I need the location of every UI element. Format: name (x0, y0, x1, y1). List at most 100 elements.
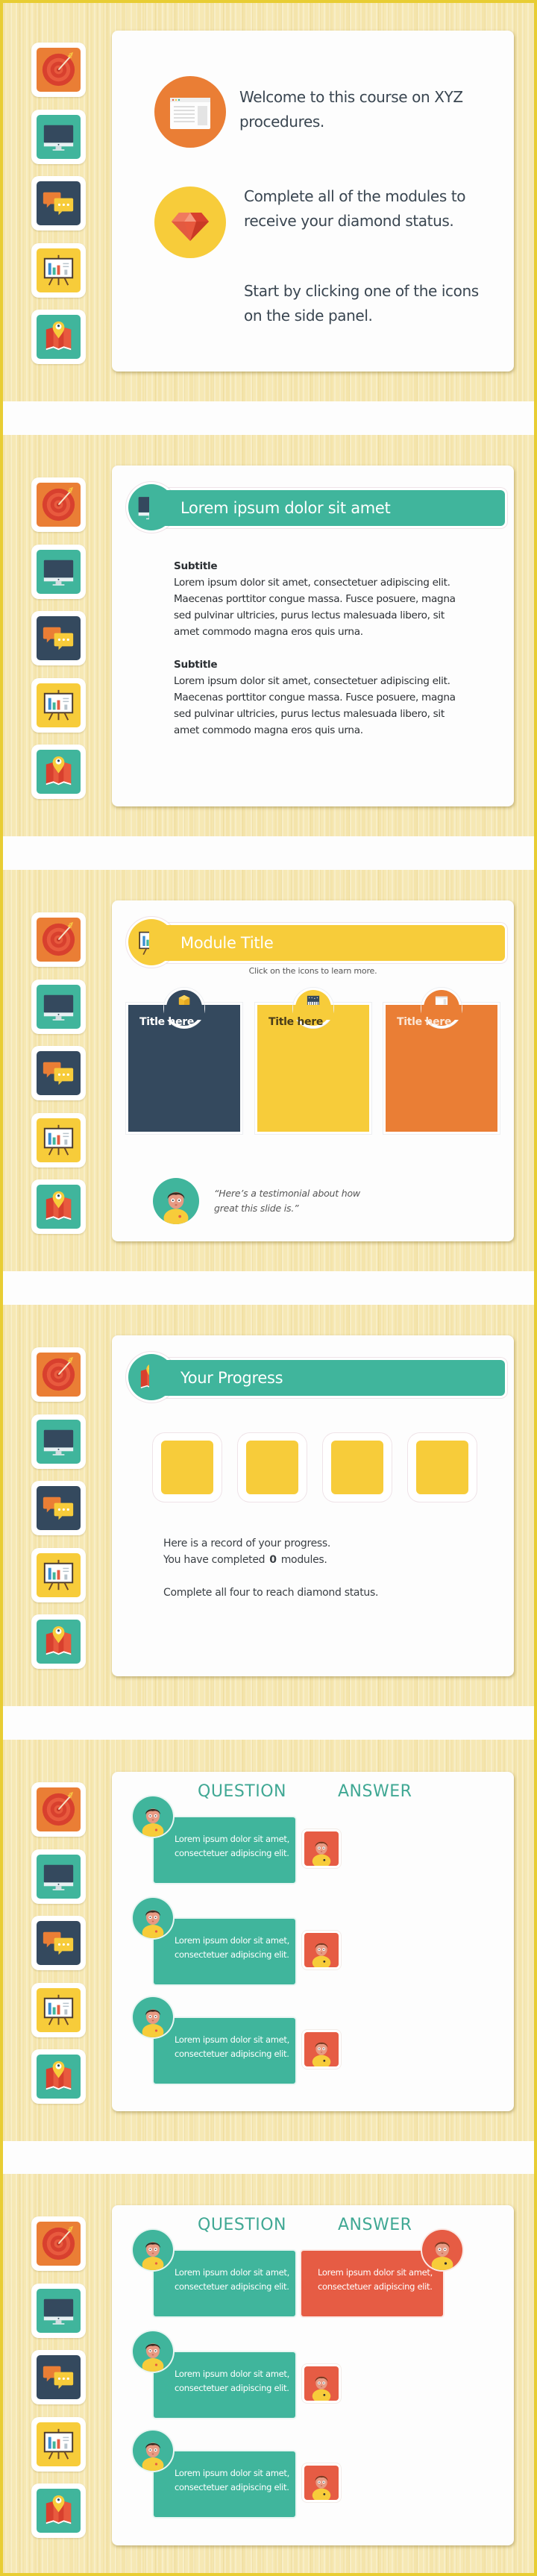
slide-divider (0, 2140, 537, 2174)
welcome-card: Welcome to this course on XYZ procedures… (112, 31, 514, 372)
qa-row: Lorem ipsum dolor sit amet, consectetuer… (112, 2331, 514, 2418)
side-panel-item-chat[interactable] (31, 1916, 86, 1970)
side-panel (31, 1347, 86, 1682)
reveal-answer-button[interactable] (304, 1831, 339, 1866)
side-panel-item-monitor[interactable] (31, 1414, 86, 1469)
slide-module: Module Title Click on the icons to learn… (0, 870, 537, 1271)
content-card: Lorem ipsum dolor sit amet Subtitle Lore… (112, 466, 514, 806)
person-avatar-icon (133, 2331, 173, 2372)
side-panel-item-chat[interactable] (31, 176, 86, 231)
reveal-answer-button[interactable] (304, 2466, 339, 2500)
side-panel-item-target[interactable] (31, 912, 86, 967)
content-section: Subtitle Lorem ipsum dolor sit amet, con… (174, 656, 472, 739)
person-avatar-icon (153, 1178, 199, 1224)
side-panel-item-map[interactable] (31, 310, 86, 364)
module-card-1[interactable]: Title here (128, 990, 240, 1132)
content-body: Subtitle Lorem ipsum dolor sit amet, con… (174, 558, 472, 755)
side-panel-item-presentation[interactable] (31, 1112, 86, 1168)
side-panel-item-monitor[interactable] (31, 544, 86, 599)
side-panel-item-map[interactable] (31, 2483, 86, 2538)
chat-bubbles-icon (43, 1497, 74, 1520)
welcome-message: Welcome to this course on XYZ procedures… (239, 88, 463, 131)
monitor-icon (43, 2298, 74, 2325)
slide-qa: QUESTION ANSWER Lorem ipsum dolor sit am… (0, 1740, 537, 2141)
side-panel-item-target[interactable] (31, 1347, 86, 1402)
side-panel-item-chat[interactable] (31, 1481, 86, 1535)
target-icon (41, 1356, 76, 1392)
content-section: Subtitle Lorem ipsum dolor sit amet, con… (174, 558, 472, 640)
card-title: Title here (397, 1016, 452, 1028)
side-panel-item-map[interactable] (31, 1614, 86, 1669)
person-avatar-icon (133, 2230, 173, 2270)
reveal-answer-button[interactable] (304, 2366, 339, 2401)
slide-divider (0, 401, 537, 435)
completed-count: 0 (269, 1554, 277, 1566)
side-panel-item-presentation[interactable] (31, 1982, 86, 2037)
answer-bubble: Lorem ipsum dolor sit amet, consectetuer… (301, 2251, 443, 2316)
qa-card: QUESTION ANSWER Lorem ipsum dolor sit am… (112, 2205, 514, 2545)
side-panel-item-chat[interactable] (31, 611, 86, 665)
slide-qa-answered: QUESTION ANSWER Lorem ipsum dolor sit am… (0, 2174, 537, 2575)
side-panel-item-target[interactable] (31, 477, 86, 532)
start-instructions: Start by clicking one of the icons on th… (244, 282, 479, 325)
qa-row: Lorem ipsum dolor sit amet, consectetuer… (112, 1898, 514, 1984)
section-subtitle: Subtitle (174, 560, 218, 572)
browser-window-icon (154, 76, 226, 148)
progress-title: Your Progress (180, 1369, 283, 1387)
progress-goal: Complete all four to reach diamond statu… (163, 1587, 379, 1599)
card-title: Title here (268, 1016, 324, 1028)
question-bubble: Lorem ipsum dolor sit amet, consectetuer… (154, 1817, 295, 1883)
side-panel-item-target[interactable] (31, 2216, 86, 2271)
side-panel-item-monitor[interactable] (31, 1849, 86, 1904)
side-panel-item-presentation[interactable] (31, 242, 86, 298)
question-bubble: Lorem ipsum dolor sit amet, consectetuer… (154, 2018, 295, 2084)
question-bubble: Lorem ipsum dolor sit amet, consectetuer… (154, 2352, 295, 2418)
side-panel-item-presentation[interactable] (31, 2416, 86, 2472)
progress-slots (153, 1433, 477, 1502)
section-subtitle: Subtitle (174, 659, 218, 671)
presentation-chart-icon (43, 254, 74, 286)
side-panel-item-map[interactable] (31, 1179, 86, 1234)
map-pin-icon (45, 2061, 72, 2090)
slide-content: Lorem ipsum dolor sit amet Subtitle Lore… (0, 435, 537, 836)
side-panel-item-chat[interactable] (31, 1046, 86, 1100)
module-card-3[interactable]: Title here (386, 990, 497, 1132)
target-icon (41, 2225, 76, 2261)
chat-bubbles-icon (43, 1931, 74, 1955)
progress-header: Your Progress (128, 1354, 505, 1400)
monitor-icon (43, 560, 74, 586)
diamond-icon (154, 187, 226, 258)
side-panel-item-chat[interactable] (31, 2350, 86, 2404)
side-panel-item-map[interactable] (31, 745, 86, 799)
slide-divider (0, 1271, 537, 1305)
side-panel-item-monitor[interactable] (31, 2283, 86, 2338)
monitor-icon (43, 125, 74, 151)
side-panel-item-target[interactable] (31, 43, 86, 97)
presentation-chart-icon (43, 1993, 74, 2025)
presentation-chart-icon (43, 1124, 74, 1156)
side-panel-item-presentation[interactable] (31, 1547, 86, 1602)
side-panel (31, 477, 86, 812)
diamond-status-message: Complete all of the modules to receive y… (244, 187, 466, 230)
side-panel (31, 43, 86, 377)
card-title: Title here (139, 1016, 195, 1028)
question-bubble: Lorem ipsum dolor sit amet, consectetuer… (154, 2251, 295, 2316)
slide-progress: Your Progress Here is a record of your p… (0, 1305, 537, 1706)
side-panel-item-monitor[interactable] (31, 979, 86, 1034)
reveal-answer-button[interactable] (304, 2032, 339, 2066)
slide-welcome: Welcome to this course on XYZ procedures… (0, 0, 537, 401)
qa-row: Lorem ipsum dolor sit amet, consectetuer… (112, 2431, 514, 2517)
side-panel-item-presentation[interactable] (31, 677, 86, 733)
qa-row: Lorem ipsum dolor sit amet, consectetuer… (112, 1796, 514, 1883)
module-title: Module Title (180, 934, 274, 952)
side-panel-item-target[interactable] (31, 1782, 86, 1837)
slide-divider (0, 836, 537, 870)
module-card-2[interactable]: Title here (257, 990, 369, 1132)
qa-card: QUESTION ANSWER Lorem ipsum dolor sit am… (112, 1772, 514, 2111)
qa-row: Lorem ipsum dolor sit amet, consectetuer… (112, 1997, 514, 2084)
reveal-answer-button[interactable] (304, 1933, 339, 1967)
slide-divider (0, 1706, 537, 1740)
side-panel-item-monitor[interactable] (31, 109, 86, 164)
side-panel (31, 1782, 86, 2116)
side-panel-item-map[interactable] (31, 2049, 86, 2104)
